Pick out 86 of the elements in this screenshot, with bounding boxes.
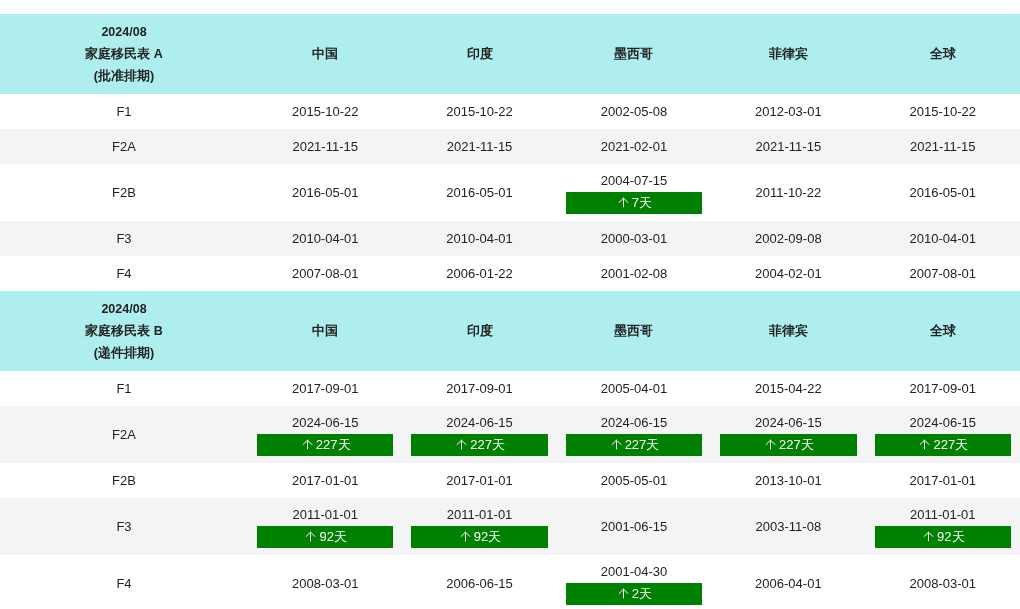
priority-date: 2017-09-01 [446, 379, 513, 398]
priority-date: 2017-09-01 [909, 379, 977, 398]
priority-date: 2016-05-01 [291, 183, 359, 202]
category-label: F3 [116, 229, 132, 248]
category-label: F4 [116, 264, 132, 283]
priority-date: 2010-04-01 [909, 229, 977, 248]
column-header: 全球 [865, 14, 1020, 94]
priority-date: 2015-10-22 [291, 102, 359, 121]
column-header: 全球 [865, 291, 1020, 371]
priority-date: 2024-06-15 [600, 413, 668, 432]
priority-date: 2006-04-01 [755, 574, 822, 593]
category-label: F4 [116, 574, 132, 593]
priority-date: 2005-05-01 [600, 471, 668, 490]
table-title-line: 2024/08 [100, 24, 148, 41]
priority-date: 2004-02-01 [755, 264, 822, 283]
column-header: 墨西哥 [556, 291, 712, 371]
table-title-line: 2024/08 [100, 301, 148, 318]
advance-days: 227天 [315, 433, 351, 456]
priority-date: 2011-10-22 [755, 183, 822, 202]
priority-date: 2017-01-01 [291, 471, 359, 490]
priority-date: 2008-03-01 [291, 574, 359, 593]
category-label: F2A [112, 425, 136, 444]
advance-days: 227天 [624, 433, 660, 456]
priority-date: 2024-06-15 [909, 413, 977, 432]
priority-date: 2024-06-15 [291, 413, 359, 432]
priority-date: 2024-06-15 [755, 413, 822, 432]
table-title-line: (递件排期) [92, 345, 156, 362]
priority-date: 2005-04-01 [600, 379, 668, 398]
priority-date: 2004-07-15 [600, 171, 668, 190]
advance-days: 92天 [937, 525, 965, 548]
priority-date: 2003-11-08 [755, 517, 822, 536]
priority-date: 2015-10-22 [909, 102, 977, 121]
column-header: 墨西哥 [556, 14, 712, 94]
category-label: F2B [112, 471, 136, 490]
priority-date: 2007-08-01 [909, 264, 977, 283]
table-title-line: 家庭移民表 B [84, 322, 164, 340]
category-label: F2B [112, 183, 136, 202]
advance-days: 92天 [319, 525, 347, 548]
priority-date: 2017-01-01 [909, 471, 977, 490]
column-header: 中国 [248, 291, 403, 371]
table-title-line: (批准排期) [92, 68, 156, 85]
priority-date: 2016-05-01 [446, 183, 513, 202]
advance-days: 227天 [779, 433, 814, 456]
advance-days: 92天 [473, 525, 502, 548]
column-header: 菲律宾 [711, 291, 866, 371]
priority-date: 2007-08-01 [291, 264, 359, 283]
table-title-line: 家庭移民表 A [84, 45, 164, 63]
priority-date: 2008-03-01 [909, 574, 977, 593]
priority-date: 2001-04-30 [600, 562, 668, 581]
priority-date: 2021-11-15 [910, 137, 976, 156]
column-header: 菲律宾 [711, 14, 866, 94]
priority-date: 2000-03-01 [600, 229, 668, 248]
category-label: F2A [112, 137, 136, 156]
priority-date: 2021-11-15 [446, 137, 513, 156]
priority-date: 2011-01-01 [910, 505, 976, 524]
priority-date: 2010-04-01 [446, 229, 513, 248]
category-label: F3 [116, 517, 132, 536]
priority-date: 2017-09-01 [291, 379, 359, 398]
advance-days: 2天 [631, 582, 653, 605]
priority-date: 2012-03-01 [755, 102, 822, 121]
priority-date: 2015-10-22 [446, 102, 513, 121]
column-header: 印度 [402, 291, 557, 371]
priority-date: 2010-04-01 [291, 229, 359, 248]
priority-date: 2006-01-22 [446, 264, 513, 283]
priority-date: 2016-05-01 [909, 183, 977, 202]
priority-date: 2006-06-15 [446, 574, 513, 593]
column-header: 印度 [402, 14, 557, 94]
priority-date: 2011-01-01 [446, 505, 513, 524]
priority-date: 2015-04-22 [755, 379, 822, 398]
priority-date: 2013-10-01 [755, 471, 822, 490]
priority-date: 2002-09-08 [755, 229, 822, 248]
priority-date: 2001-02-08 [600, 264, 668, 283]
priority-date: 2021-02-01 [600, 137, 668, 156]
category-label: F1 [116, 379, 132, 398]
priority-date: 2021-11-15 [755, 137, 822, 156]
advance-days: 227天 [470, 433, 505, 456]
priority-date: 2017-01-01 [446, 471, 513, 490]
advance-days: 227天 [933, 433, 969, 456]
advance-days: 7天 [631, 191, 653, 214]
column-header: 中国 [248, 14, 403, 94]
priority-date: 2001-06-15 [600, 517, 668, 536]
priority-date: 2011-01-01 [292, 505, 358, 524]
category-label: F1 [116, 102, 132, 121]
priority-date: 2021-11-15 [292, 137, 358, 156]
priority-date: 2002-05-08 [600, 102, 668, 121]
priority-date: 2024-06-15 [446, 413, 513, 432]
